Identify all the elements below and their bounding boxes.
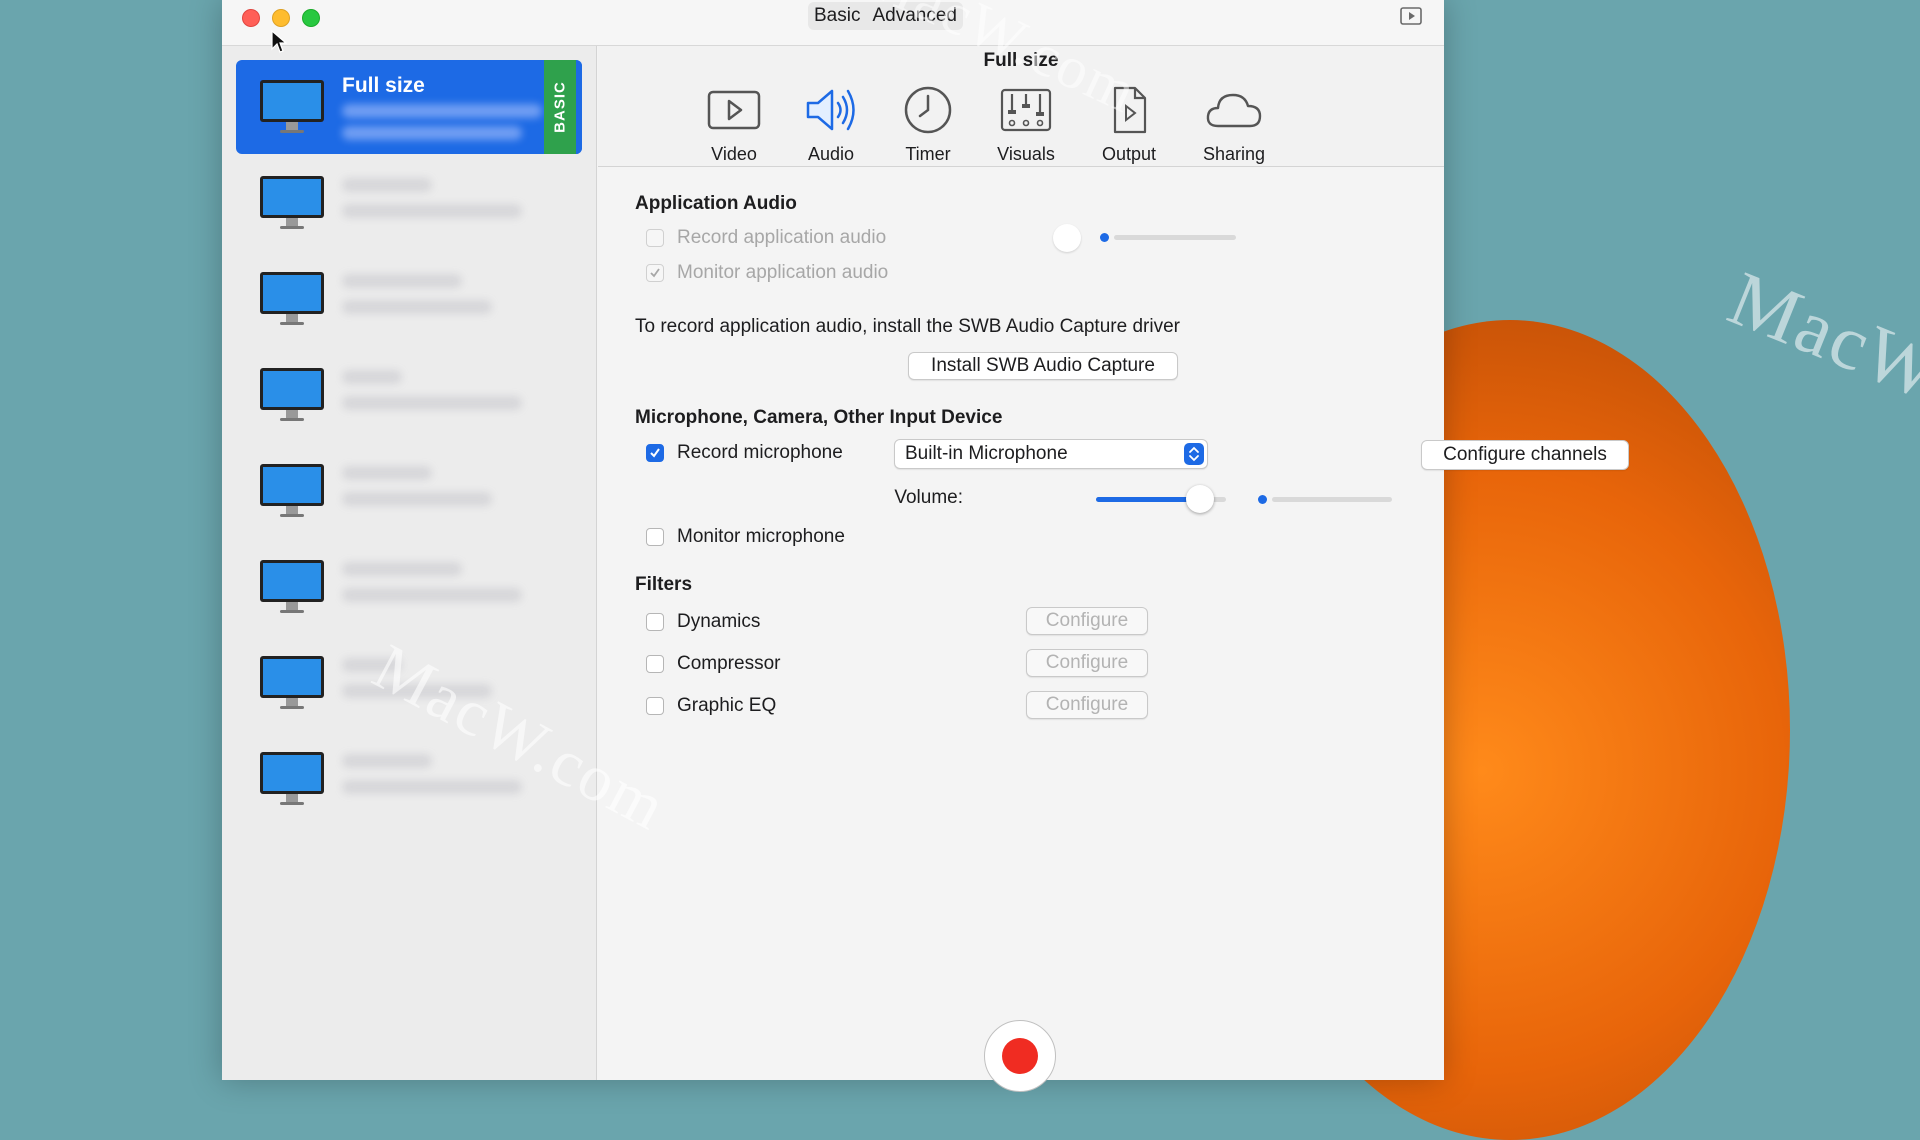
mouse-pointer-icon (271, 30, 287, 53)
compressor-checkbox[interactable] (646, 655, 664, 673)
input-device-select[interactable]: Built-in Microphone (894, 439, 1208, 469)
close-button[interactable] (242, 9, 260, 27)
monitor-icon (260, 560, 324, 613)
preset-item[interactable] (236, 540, 582, 634)
install-note: To record application audio, install the… (635, 316, 1180, 337)
speaker-icon (806, 89, 855, 131)
tab-timer[interactable]: Timer (878, 86, 978, 165)
monitor-icon (260, 368, 324, 421)
audio-settings-pane: Application Audio Record application aud… (598, 167, 1629, 1080)
preset-detail-blurred (342, 780, 522, 794)
monitor-icon (260, 176, 324, 229)
dynamics-label: Dynamics (677, 611, 761, 632)
monitor-microphone-label: Monitor microphone (677, 526, 845, 547)
app-window: Basic Advanced Full size BASIC Full size (222, 0, 1629, 1080)
preset-item[interactable]: Full size BASIC (236, 60, 582, 154)
preset-name: Full size (342, 74, 425, 97)
monitor-microphone-checkbox[interactable] (646, 528, 664, 546)
preset-item[interactable] (236, 156, 582, 250)
clock-icon (904, 86, 952, 134)
app-audio-level-dot (1100, 233, 1109, 242)
preset-detail-blurred (342, 684, 492, 698)
compressor-configure-button[interactable]: Configure (1026, 649, 1148, 677)
chevron-updown-icon (1184, 443, 1204, 465)
watermark: MacW.com (1717, 253, 1920, 476)
monitor-app-audio-label: Monitor application audio (677, 262, 889, 283)
install-swb-button[interactable]: Install SWB Audio Capture (908, 352, 1178, 380)
video-icon (707, 90, 761, 130)
preset-detail-blurred (342, 274, 462, 288)
tab-video[interactable]: Video (684, 86, 784, 165)
app-audio-slider-knob[interactable] (1053, 224, 1081, 252)
basic-tag: BASIC (544, 60, 582, 154)
mic-level-dot (1258, 495, 1267, 504)
preset-item[interactable] (236, 252, 582, 346)
record-microphone-label: Record microphone (677, 442, 843, 463)
document-icon (1113, 86, 1147, 134)
monitor-icon (260, 464, 324, 517)
mode-basic-tab[interactable]: Basic (808, 2, 866, 30)
record-microphone-checkbox[interactable] (646, 444, 664, 462)
record-dot-icon (1002, 1038, 1038, 1074)
preset-detail-blurred (342, 588, 522, 602)
preset-sidebar: Full size BASIC (222, 46, 597, 1080)
graphic-eq-configure-button[interactable]: Configure (1026, 691, 1148, 719)
preset-detail-blurred (342, 658, 402, 672)
toolbar-title: Full size (983, 50, 1059, 71)
preset-detail-blurred (342, 300, 492, 314)
dynamics-checkbox[interactable] (646, 613, 664, 631)
preset-detail-blurred (342, 396, 522, 410)
record-app-audio-label: Record application audio (677, 227, 887, 248)
tab-visuals[interactable]: Visuals (976, 86, 1076, 165)
preset-detail-blurred (342, 104, 542, 118)
monitor-app-audio-checkbox[interactable] (646, 264, 664, 282)
monitor-icon (260, 272, 324, 325)
compressor-label: Compressor (677, 653, 781, 674)
preset-item[interactable] (236, 348, 582, 442)
volume-label: Volume: (894, 487, 963, 508)
graphic-eq-label: Graphic EQ (677, 695, 777, 716)
settings-toolbar: Full size Video Audio Timer Visuals Outp… (598, 46, 1444, 167)
tab-output[interactable]: Output (1079, 86, 1179, 165)
filters-heading: Filters (635, 574, 693, 595)
tab-audio[interactable]: Audio (781, 86, 881, 165)
mic-level-meter (1272, 497, 1392, 502)
preset-item[interactable] (236, 732, 582, 826)
graphic-eq-checkbox[interactable] (646, 697, 664, 715)
visuals-icon (1000, 88, 1052, 132)
monitor-icon (260, 752, 324, 805)
preset-detail-blurred (342, 204, 522, 218)
input-device-value: Built-in Microphone (905, 443, 1068, 464)
monitor-icon (260, 656, 324, 709)
preset-detail-blurred (342, 754, 432, 768)
cloud-icon (1206, 93, 1262, 128)
monitor-icon (260, 80, 324, 133)
tab-sharing[interactable]: Sharing (1184, 86, 1284, 165)
checkmark-icon (650, 448, 660, 458)
mode-advanced-tab[interactable]: Advanced (866, 2, 963, 30)
mode-segmented-control: Basic Advanced (808, 2, 963, 30)
app-audio-heading: Application Audio (635, 193, 797, 214)
preset-detail-blurred (342, 492, 492, 506)
preset-item[interactable] (236, 636, 582, 730)
volume-slider-knob[interactable] (1186, 485, 1214, 513)
mic-heading: Microphone, Camera, Other Input Device (635, 407, 1003, 428)
preset-detail-blurred (342, 178, 432, 192)
preset-item[interactable] (236, 444, 582, 538)
volume-slider-fill (1096, 497, 1200, 502)
preset-detail-blurred (342, 370, 402, 384)
preset-detail-blurred (342, 126, 522, 140)
checkmark-icon (650, 268, 660, 278)
record-app-audio-checkbox[interactable] (646, 229, 664, 247)
dynamics-configure-button[interactable]: Configure (1026, 607, 1148, 635)
minimize-button[interactable] (272, 9, 290, 27)
configure-channels-button[interactable]: Configure channels (1421, 440, 1629, 470)
preset-detail-blurred (342, 562, 462, 576)
zoom-button[interactable] (302, 9, 320, 27)
preview-window-icon[interactable] (1400, 7, 1422, 25)
preset-detail-blurred (342, 466, 432, 480)
title-bar: Basic Advanced (222, 0, 1444, 46)
record-button[interactable] (984, 1020, 1056, 1092)
app-audio-level-meter (1114, 235, 1236, 240)
